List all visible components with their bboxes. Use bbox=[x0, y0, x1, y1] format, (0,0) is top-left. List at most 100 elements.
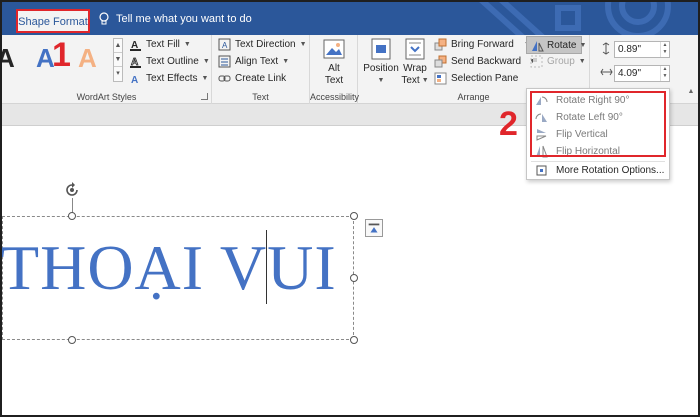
resize-handle-top[interactable] bbox=[68, 212, 76, 220]
wrap-text-icon bbox=[405, 38, 425, 60]
lightbulb-icon bbox=[99, 12, 109, 25]
bring-forward-icon bbox=[434, 38, 447, 51]
chevron-down-icon: ▼ bbox=[579, 41, 587, 49]
dialog-launcher-icon[interactable] bbox=[201, 93, 208, 100]
bring-forward-label: Bring Forward bbox=[451, 39, 514, 50]
align-text-icon bbox=[218, 55, 231, 68]
wordart-style-3[interactable]: A bbox=[78, 43, 97, 73]
group-icon bbox=[530, 55, 543, 68]
menu-item-more-rotation[interactable]: More Rotation Options... bbox=[535, 164, 664, 177]
gallery-up-icon: ▲ bbox=[114, 39, 122, 53]
text-direction-icon: A bbox=[218, 38, 231, 51]
chevron-down-icon: ▼ bbox=[183, 41, 191, 48]
wrap-text-label-2: Text bbox=[401, 75, 420, 86]
wordart-style-1[interactable]: A bbox=[2, 43, 15, 73]
resize-handle-right[interactable] bbox=[350, 274, 358, 282]
wrap-text-line2: Text ▼ bbox=[400, 75, 430, 87]
text-outline-label: Text Outline bbox=[146, 56, 199, 67]
rotation-handle-icon[interactable] bbox=[64, 182, 80, 198]
bring-forward-button[interactable]: Bring Forward ▼ bbox=[434, 38, 531, 51]
text-effects-button[interactable]: A Text Effects ▼ bbox=[129, 72, 208, 85]
resize-handle-bottom[interactable] bbox=[68, 336, 76, 344]
selection-pane-label: Selection Pane bbox=[451, 73, 519, 84]
send-backward-button[interactable]: Send Backward ▼ bbox=[434, 55, 536, 68]
text-outline-button[interactable]: A Text Outline ▼ bbox=[129, 55, 210, 68]
chevron-down-icon: ▼ bbox=[377, 77, 385, 84]
create-link-label: Create Link bbox=[235, 73, 287, 84]
align-text-button[interactable]: Align Text ▼ bbox=[218, 55, 289, 68]
text-cursor bbox=[266, 230, 267, 304]
chevron-down-icon: ▼ bbox=[299, 41, 307, 48]
rotate-options-highlight bbox=[530, 91, 666, 157]
gallery-more-icon: ▾ bbox=[116, 70, 120, 77]
selection-pane-button[interactable]: Selection Pane bbox=[434, 72, 518, 85]
chevron-down-icon: ▼ bbox=[421, 77, 429, 84]
position-label: Position bbox=[363, 63, 399, 74]
tab-bar: Shape Format Tell me what you want to do bbox=[2, 2, 698, 35]
create-link-button[interactable]: Create Link bbox=[218, 72, 286, 85]
text-direction-label: Text Direction bbox=[235, 39, 296, 50]
wrap-text-label-1: Wrap bbox=[403, 63, 427, 74]
send-backward-label: Send Backward bbox=[451, 56, 522, 67]
tell-me-label: Tell me what you want to do bbox=[116, 12, 252, 25]
rotate-icon bbox=[532, 40, 544, 51]
tab-shape-format[interactable]: Shape Format bbox=[16, 9, 90, 33]
chevron-down-icon: ▼ bbox=[202, 58, 210, 65]
more-rotation-icon bbox=[536, 165, 547, 176]
group-text: A Text Direction ▼ Align Text ▼ Create L… bbox=[212, 35, 310, 104]
wordart-gallery-scroll[interactable]: ▲ ▼ ▾ bbox=[113, 38, 123, 82]
group-label-wordart: WordArt Styles bbox=[76, 92, 137, 102]
shape-width-value: 4.09" bbox=[618, 68, 642, 79]
step-1-annotation: 1 bbox=[52, 36, 71, 74]
group-button[interactable]: Group ▼ bbox=[530, 55, 586, 68]
resize-handle-bottom-right[interactable] bbox=[350, 336, 358, 344]
text-fill-icon: A bbox=[130, 40, 141, 51]
shape-width-icon bbox=[600, 68, 613, 76]
app-window: Shape Format Tell me what you want to do… bbox=[0, 0, 700, 417]
text-effects-icon: A bbox=[131, 75, 138, 85]
text-outline-icon: A bbox=[130, 57, 141, 68]
link-icon bbox=[218, 75, 231, 82]
shape-height-input[interactable]: 0.89" ▲ ▼ bbox=[614, 41, 670, 58]
width-spinner[interactable]: ▲ ▼ bbox=[660, 66, 669, 81]
group-label-accessibility: Accessibility bbox=[310, 92, 360, 102]
send-backward-icon bbox=[434, 55, 447, 68]
svg-text:A: A bbox=[222, 41, 228, 50]
group-label: Group bbox=[547, 56, 575, 67]
alt-text-label-2: Text bbox=[324, 75, 344, 86]
alt-text-icon bbox=[323, 39, 345, 59]
shape-height-icon bbox=[602, 42, 610, 55]
text-effects-label: Text Effects bbox=[146, 73, 198, 84]
chevron-down-icon: ▼ bbox=[201, 75, 209, 82]
wordart-text[interactable]: THOẠI VUI bbox=[2, 228, 337, 308]
svg-text:A: A bbox=[131, 75, 138, 85]
title-bar-pattern-icon bbox=[479, 2, 671, 35]
gallery-down-icon: ▼ bbox=[114, 53, 122, 67]
wrap-text-button[interactable]: Wrap Text ▼ bbox=[400, 37, 430, 87]
selection-pane-icon bbox=[434, 72, 447, 85]
group-accessibility: Alt Text Accessibility bbox=[310, 35, 360, 104]
rotate-label: Rotate bbox=[547, 39, 577, 51]
ribbon-collapse-icon[interactable]: ▲ bbox=[686, 88, 696, 104]
group-label-text: Text bbox=[252, 92, 269, 102]
position-icon bbox=[371, 38, 391, 60]
more-rotation-label: More Rotation Options... bbox=[556, 165, 665, 176]
position-button[interactable]: Position ▼ bbox=[362, 37, 400, 87]
text-direction-button[interactable]: A Text Direction ▼ bbox=[218, 38, 307, 51]
rotate-button[interactable]: Rotate ▼ bbox=[526, 36, 586, 54]
group-wordart-styles: A A A 1 ▲ ▼ ▾ A Text Fill ▼ A Text Outli… bbox=[2, 35, 212, 104]
shape-width-input[interactable]: 4.09" ▲ ▼ bbox=[614, 65, 670, 82]
alt-text-button[interactable]: Alt Text bbox=[318, 37, 350, 87]
layout-options-icon[interactable] bbox=[365, 219, 383, 237]
shape-height-value: 0.89" bbox=[618, 44, 642, 55]
alt-text-label-1: Alt bbox=[328, 63, 340, 74]
chevron-down-icon: ▼ bbox=[578, 58, 586, 65]
step-2-annotation: 2 bbox=[499, 105, 518, 143]
resize-handle-top-right[interactable] bbox=[350, 212, 358, 220]
chevron-down-icon: ▼ bbox=[282, 58, 290, 65]
height-spinner[interactable]: ▲ ▼ bbox=[660, 42, 669, 57]
text-fill-button[interactable]: A Text Fill ▼ bbox=[129, 38, 191, 51]
tell-me-search[interactable]: Tell me what you want to do bbox=[98, 12, 252, 25]
text-fill-label: Text Fill bbox=[146, 39, 180, 50]
menu-separator bbox=[531, 161, 665, 162]
